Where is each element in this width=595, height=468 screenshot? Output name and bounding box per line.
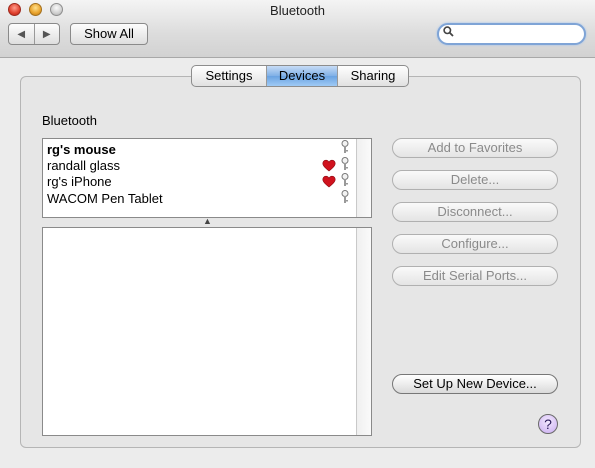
set-up-new-device-button[interactable]: Set Up New Device... [392, 374, 558, 394]
search-input[interactable] [461, 26, 583, 44]
back-forward-buttons: ◀ ▶ [8, 23, 60, 45]
tab-bar: Settings Devices Sharing [191, 65, 409, 87]
list-item[interactable]: rg's iPhone [47, 173, 112, 190]
device-list[interactable]: rg's mouse randall glass rg's iPhone WAC… [42, 138, 372, 218]
window-title: Bluetooth [270, 3, 325, 18]
devices-section-label: Bluetooth [42, 113, 97, 128]
device-name: rg's iPhone [47, 174, 112, 189]
heart-icon [322, 159, 336, 172]
device-name: WACOM Pen Tablet [47, 191, 163, 206]
tab-settings[interactable]: Settings [192, 66, 267, 86]
key-icon [341, 157, 349, 170]
list-item[interactable]: randall glass [47, 157, 120, 174]
magnifier-icon [443, 26, 454, 37]
bluetooth-preferences-window: Bluetooth ◀ ▶ Show All Settings Devices … [0, 0, 595, 468]
disconnect-button[interactable]: Disconnect... [392, 202, 558, 222]
detail-scrollbar[interactable] [356, 228, 371, 435]
list-item[interactable]: rg's mouse [47, 141, 116, 158]
search-field[interactable] [437, 23, 586, 45]
show-all-button[interactable]: Show All [70, 23, 148, 45]
device-name: rg's mouse [47, 142, 116, 157]
tab-sharing[interactable]: Sharing [338, 66, 408, 86]
add-to-favorites-button[interactable]: Add to Favorites [392, 138, 558, 158]
key-icon [341, 140, 349, 153]
split-handle-icon[interactable]: ▲ [203, 216, 212, 226]
tab-devices[interactable]: Devices [267, 66, 338, 86]
device-name: randall glass [47, 158, 120, 173]
help-button[interactable]: ? [538, 414, 558, 434]
list-item[interactable]: WACOM Pen Tablet [47, 190, 163, 207]
key-icon [341, 173, 349, 186]
title-bar: Bluetooth ◀ ▶ Show All [0, 0, 595, 58]
configure-button[interactable]: Configure... [392, 234, 558, 254]
back-arrow-icon[interactable]: ◀ [9, 24, 35, 44]
key-icon [341, 190, 349, 203]
device-detail-pane [42, 227, 372, 436]
forward-arrow-icon[interactable]: ▶ [35, 24, 60, 44]
delete-button[interactable]: Delete... [392, 170, 558, 190]
edit-serial-ports-button[interactable]: Edit Serial Ports... [392, 266, 558, 286]
device-list-scrollbar[interactable] [356, 139, 371, 217]
heart-icon [322, 175, 336, 188]
